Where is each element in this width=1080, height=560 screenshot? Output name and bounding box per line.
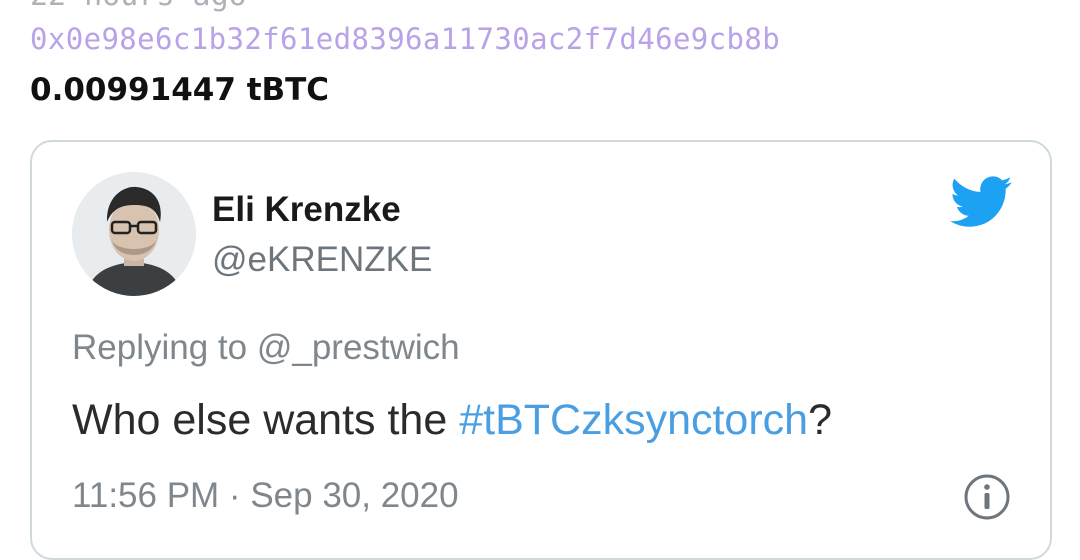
twitter-bird-icon[interactable] [950, 176, 1012, 228]
tweet-timestamp[interactable]: 11:56 PM · Sep 30, 2020 [72, 476, 459, 516]
replying-to-label: Replying to [72, 328, 257, 367]
transaction-time-ago: 22 hours ago [30, 0, 247, 13]
tweet-text-start: Who else wants the [72, 396, 460, 444]
tweet-text-end: ? [808, 396, 832, 444]
info-icon[interactable] [962, 472, 1012, 522]
tweet-text: Who else wants the #tBTCzksynctorch? [72, 396, 832, 445]
transaction-hash-link[interactable]: 0x0e98e6c1b32f61ed8396a11730ac2f7d46e9cb… [30, 22, 780, 56]
embedded-tweet-card[interactable]: Eli Krenzke @eKRENZKE Replying to @_pres… [30, 140, 1052, 560]
replying-to-line: Replying to @_prestwich [72, 328, 460, 368]
author-name[interactable]: Eli Krenzke [212, 190, 401, 230]
reply-mention-link[interactable]: @_prestwich [257, 328, 460, 367]
hashtag-link[interactable]: #tBTCzksynctorch [459, 396, 808, 444]
avatar-photo [72, 172, 196, 296]
transaction-amount: 0.00991447 tBTC [30, 72, 330, 108]
author-avatar[interactable] [72, 172, 196, 296]
author-handle[interactable]: @eKRENZKE [212, 240, 432, 280]
